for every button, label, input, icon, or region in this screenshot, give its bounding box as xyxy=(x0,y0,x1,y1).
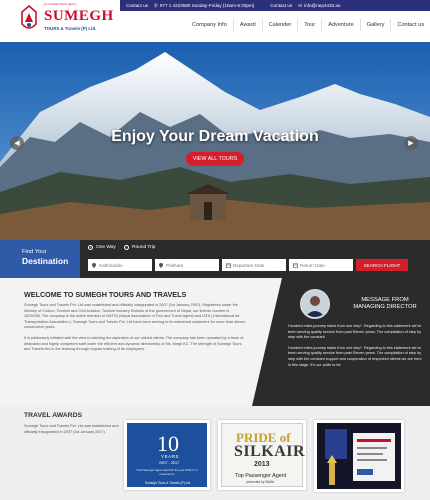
main-nav: Company Info Award Calender Tour Adventu… xyxy=(186,16,430,34)
location-pin-icon xyxy=(92,262,96,268)
find-label: Find Your xyxy=(22,249,47,255)
round-trip-option[interactable]: Round Trip xyxy=(124,245,155,250)
nav-gallery[interactable]: Gallery xyxy=(359,19,391,31)
to-value: Pokhara xyxy=(166,262,184,268)
silkair-text: SILKAIR xyxy=(234,443,306,460)
brand-subtitle: TOURS & Travels (P) Ltd. xyxy=(44,26,97,31)
director-avatar xyxy=(300,289,330,319)
phone-icon: ✆ xyxy=(153,2,158,8)
awards-description: Sumegh Tours and Travels Pvt. Ltd was es… xyxy=(24,424,119,434)
phone-text: 977 1 4223580 Sunday-Friday (10am-5:30pm… xyxy=(159,3,255,8)
calendar-icon xyxy=(226,263,232,268)
welcome-section: WELCOME TO SUMEGH TOURS AND TRAVELS Sume… xyxy=(0,278,252,406)
from-value: Kathmandu xyxy=(99,262,123,268)
nav-company-info[interactable]: Company Info xyxy=(186,19,233,31)
flight-booking-bar: Find Your Destination One Way Round Trip… xyxy=(0,240,430,278)
award-years: YEARS xyxy=(161,454,180,459)
calendar-icon xyxy=(293,263,299,268)
awards-title: TRAVEL AWARDS xyxy=(24,412,83,419)
award-text: The Passenger Agent Award for the year 2… xyxy=(136,469,198,476)
award-card-10-years[interactable]: 10 YEARS 2007 - 2017 The Passenger Agent… xyxy=(124,420,210,490)
contact-label[interactable]: Contact us xyxy=(126,3,148,8)
one-way-label: One Way xyxy=(96,245,116,250)
brand-tagline: An extended Travel Agency xyxy=(44,2,77,6)
brand-logo[interactable]: An extended Travel Agency SUMEGH TOURS &… xyxy=(18,2,113,38)
arrow-right-icon[interactable]: ▶ xyxy=(404,136,418,150)
nav-calender[interactable]: Calender xyxy=(261,19,298,31)
return-date-field[interactable]: Return Date xyxy=(289,259,353,271)
departure-date-field[interactable]: Departure Date xyxy=(222,259,286,271)
site-header: An extended Travel Agency SUMEGH TOURS &… xyxy=(0,0,430,42)
from-field[interactable]: Kathmandu xyxy=(88,259,152,271)
destination-label: Destination xyxy=(22,256,69,266)
hero-banner: Enjoy Your Dream Vacation VIEW ALL TOURS… xyxy=(0,42,430,240)
departure-placeholder: Departure Date xyxy=(233,262,265,268)
award-recipient: Sumegh Tours & Travels (P) Ltd. xyxy=(145,481,192,485)
email-text[interactable]: info@nep4433.au xyxy=(304,3,340,8)
award-ceremony-photo xyxy=(317,423,401,489)
view-all-tours-button[interactable]: VIEW ALL TOURS xyxy=(186,152,244,166)
top-contact-bar: Contact us ✆ 977 1 4223580 Sunday-Friday… xyxy=(120,0,430,11)
nav-award[interactable]: Award xyxy=(232,19,262,31)
welcome-paragraph-2: It is particularly initiated with the vi… xyxy=(24,335,244,352)
nav-adventure[interactable]: Adventure xyxy=(321,19,360,31)
message-paragraph-1: Hundred miles journey starts from one st… xyxy=(288,324,422,340)
award-card-photo[interactable] xyxy=(314,420,404,492)
radio-icon[interactable] xyxy=(88,245,93,250)
mail-icon: ✉ xyxy=(298,2,303,8)
welcome-title: WELCOME TO SUMEGH TOURS AND TRAVELS xyxy=(24,290,187,299)
round-trip-label: Round Trip xyxy=(132,245,156,250)
one-way-option[interactable]: One Way xyxy=(88,245,116,250)
message-body: Hundred miles journey starts from one st… xyxy=(288,324,422,373)
return-placeholder: Return Date xyxy=(300,262,325,268)
travel-awards-section: TRAVEL AWARDS Sumegh Tours and Travels P… xyxy=(0,406,430,500)
nav-tour[interactable]: Tour xyxy=(297,19,321,31)
brand-name: SUMEGH xyxy=(44,8,114,24)
to-field[interactable]: Pokhara xyxy=(155,259,219,271)
director-message-section: MESSAGE FROM MANAGING DIRECTOR Hundred m… xyxy=(252,278,430,406)
radio-icon[interactable] xyxy=(124,245,129,250)
arrow-left-icon[interactable]: ◀ xyxy=(10,136,24,150)
hero-title: Enjoy Your Dream Vacation xyxy=(111,128,319,145)
message-title: MESSAGE FROM MANAGING DIRECTOR xyxy=(353,297,417,311)
award-card-pride-of-silkair[interactable]: PRIDE of SILKAIR 2013 Top Passenger Agen… xyxy=(218,420,306,490)
award-title-text: Top Passenger Agent xyxy=(235,473,287,479)
award-presenter: presented by SilkAir xyxy=(246,480,275,484)
find-destination-panel: Find Your Destination xyxy=(0,240,80,278)
award-range: 2007 - 2017 xyxy=(159,461,180,465)
search-flight-button[interactable]: SEARCH FLIGHT xyxy=(356,259,408,271)
logo-emblem-icon xyxy=(21,4,37,29)
email-contact-label[interactable]: Contact us xyxy=(270,3,292,8)
message-paragraph-2: Hundred miles journey starts from one st… xyxy=(288,345,422,367)
welcome-paragraph-1: Sumegh Tours and Travels Pvt. Ltd was es… xyxy=(24,303,246,330)
nav-contact-us[interactable]: Contact us xyxy=(390,19,430,31)
location-pin-icon xyxy=(159,262,163,268)
award-year: 2013 xyxy=(254,461,270,468)
